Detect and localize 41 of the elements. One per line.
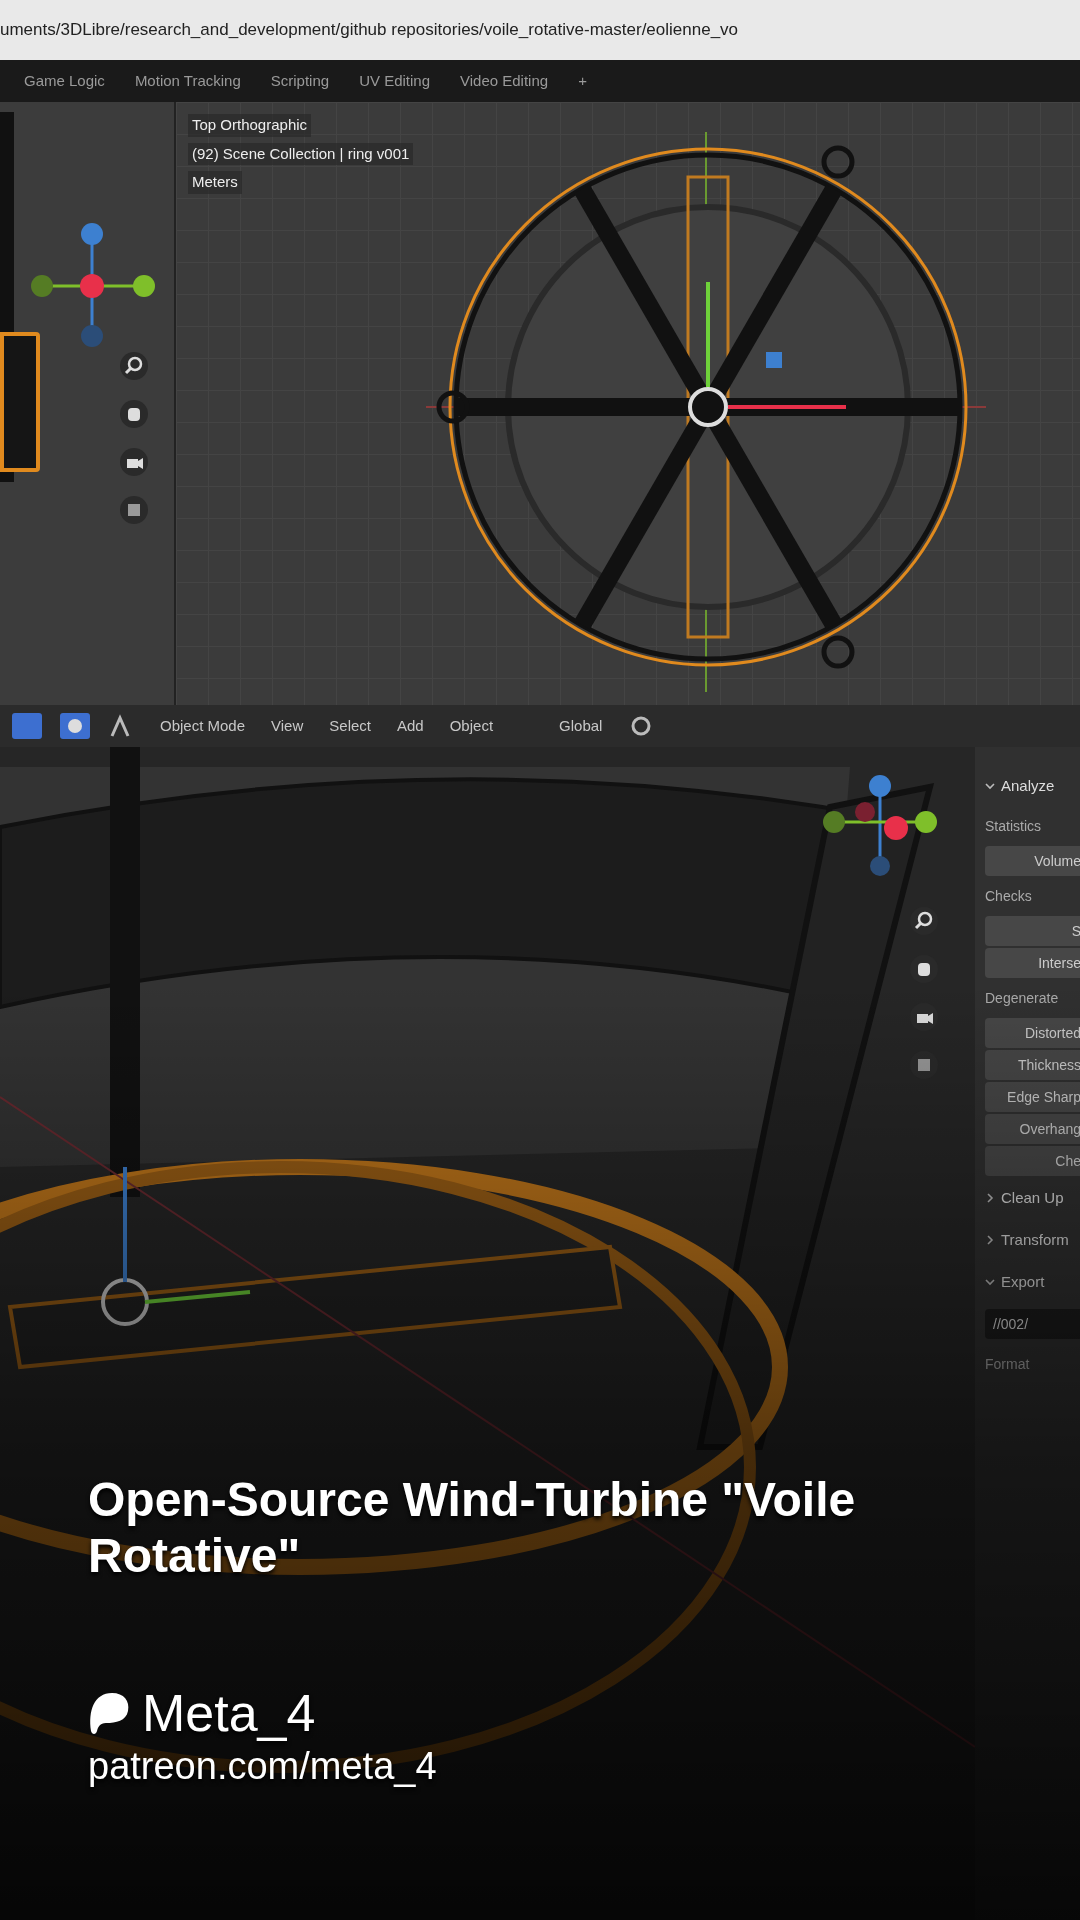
path-field[interactable]: //002/ — [985, 1309, 1080, 1339]
creator-link[interactable]: patreon.com/meta_4 — [88, 1742, 1020, 1790]
grid-icon[interactable] — [120, 496, 148, 524]
panel-label: Degenerate — [985, 988, 1060, 1008]
panel-button[interactable]: Interse — [985, 948, 1080, 978]
panel-button[interactable]: Overhang — [985, 1114, 1080, 1144]
header-menu[interactable]: Select — [329, 714, 371, 738]
workspace-tab[interactable]: + — [578, 69, 587, 93]
workspace-tab[interactable]: Game Logic — [24, 69, 105, 93]
workspace-tab[interactable]: Motion Tracking — [134, 69, 241, 93]
panel-label: Checks — [985, 886, 1033, 906]
panel-button[interactable]: Thickness — [985, 1050, 1080, 1080]
panel-section-header[interactable]: Transform — [985, 1219, 1080, 1261]
workspace-tab[interactable]: UV Editing — [359, 69, 430, 93]
viewport-info-text: (92) Scene Collection | ring v001 — [188, 142, 414, 165]
creator-name: Meta_4 — [142, 1684, 316, 1742]
orientation-dropdown[interactable]: Global — [551, 710, 611, 742]
panel-section-header[interactable]: Analyze — [985, 765, 1080, 807]
patreon-logo-icon — [88, 1691, 130, 1735]
panel-button[interactable]: S — [985, 916, 1080, 946]
header-menu[interactable]: Object — [449, 714, 494, 738]
viewport-info-text: Meters — [188, 171, 242, 194]
panel-section-header[interactable]: Export — [985, 1261, 1080, 1303]
post-title: Open-Source Wind-Turbine "Voile Rotative" — [88, 1472, 857, 1584]
zoom-icon[interactable] — [120, 352, 148, 380]
header-menu[interactable]: Add — [397, 714, 424, 738]
viewport-info-text: Top Orthographic — [188, 114, 312, 137]
panel-button[interactable]: Che — [985, 1146, 1080, 1176]
panel-label: Statistics — [985, 816, 1042, 836]
header-menu[interactable]: View — [271, 714, 304, 738]
panel-button[interactable]: Distorted — [985, 1018, 1080, 1048]
camera-icon[interactable] — [120, 448, 148, 476]
mode-dropdown[interactable]: Object Mode — [152, 710, 254, 742]
workspace-tab[interactable]: Scripting — [270, 69, 330, 93]
panel-button[interactable]: Edge Sharp — [985, 1082, 1080, 1112]
panel-label: Format — [985, 1354, 1031, 1374]
file-path: uments/3DLibre/research_and_development/github repositories/voile_rotative-master/eolienne_vo — [0, 19, 739, 42]
workspace-tab[interactable]: Video Editing — [460, 69, 549, 93]
overlay-icon[interactable] — [60, 713, 90, 739]
panel-section-header[interactable]: Clean Up — [985, 1177, 1080, 1219]
panel-button[interactable]: Volume — [985, 846, 1080, 876]
